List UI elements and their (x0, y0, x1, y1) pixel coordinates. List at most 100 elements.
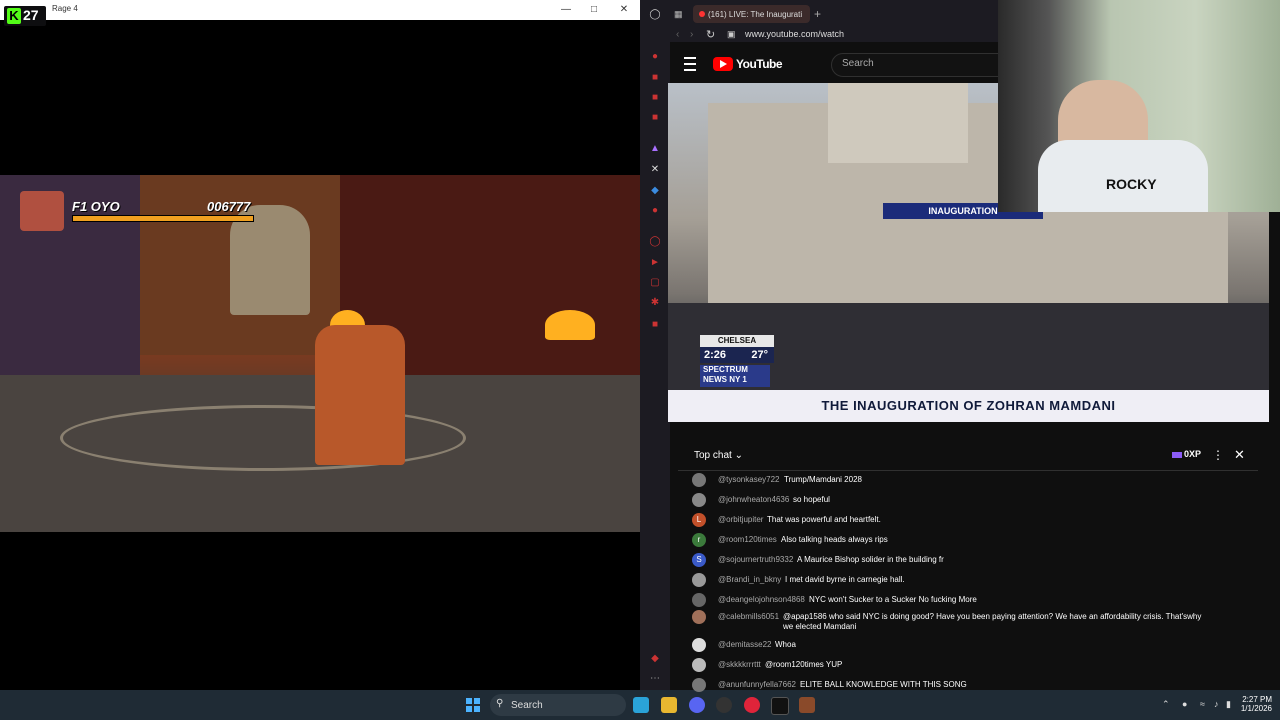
avatar[interactable]: L (692, 513, 706, 527)
tab-label: (161) LIVE: The Inaugurati (708, 10, 803, 19)
video-icon[interactable]: ■ (648, 91, 662, 105)
gx-icon[interactable]: ◆ (648, 652, 662, 666)
chat-text: Whoa (775, 640, 796, 649)
record-icon[interactable]: ● (648, 204, 662, 218)
search-icon: ⚲ (496, 698, 504, 709)
chat-text: @room120times YUP (765, 660, 843, 669)
window-title: Rage 4 (52, 4, 78, 13)
sidebar-toggle-icon[interactable]: ▦ (674, 9, 683, 20)
back-icon[interactable]: ‹ (676, 29, 679, 40)
close-button[interactable]: ✕ (610, 2, 638, 18)
floor-circle (60, 405, 466, 471)
windows-start-icon[interactable] (466, 698, 480, 712)
player-character (315, 325, 405, 465)
file-explorer-icon[interactable] (661, 697, 677, 713)
chat-text: ELITE BALL KNOWLEDGE WITH THIS SONG (800, 680, 967, 689)
url-text[interactable]: www.youtube.com/watch (745, 29, 844, 39)
building-cupola (828, 83, 968, 163)
player-portrait (20, 191, 64, 231)
robot-icon[interactable]: ■ (648, 111, 662, 125)
chat-username[interactable]: @skkkkrrrttt (718, 660, 761, 669)
forward-icon[interactable]: › (690, 29, 693, 40)
lock-icon: ▣ (727, 29, 736, 39)
opera-icon[interactable]: ◯ (648, 8, 662, 22)
youtube-logo-icon[interactable] (713, 57, 733, 71)
avatar[interactable] (692, 678, 706, 692)
lower-third-title: THE INAUGURATION OF ZOHRAN MAMDANI (821, 398, 1116, 413)
chat-text: Also talking heads always rips (781, 535, 888, 544)
chat-mode-label: Top chat (694, 450, 732, 461)
tools-icon[interactable]: ■ (648, 318, 662, 332)
maximize-button[interactable]: □ (580, 2, 608, 18)
chat-username[interactable]: @demitasse22 (718, 640, 771, 649)
viewer-count: 27 (23, 7, 39, 23)
shield-icon[interactable]: ◆ (648, 184, 662, 198)
x-icon[interactable]: ✕ (648, 163, 662, 177)
clock-time: 2:27 PM (1242, 695, 1272, 704)
chat-text: A Maurice Bishop solider in the building… (797, 555, 944, 564)
shirt-text: ROCKY (1106, 176, 1157, 192)
copilot-icon[interactable] (633, 697, 649, 713)
avatar[interactable] (692, 593, 706, 607)
chat-username[interactable]: @Brandi_in_bkny (718, 575, 781, 584)
clock-date: 1/1/2026 (1240, 704, 1272, 713)
chat-username[interactable]: @sojournertruth9332 (718, 555, 793, 564)
tray-chevron-icon[interactable]: ⌃ (1162, 699, 1170, 710)
avatar[interactable] (692, 610, 706, 624)
avatar[interactable] (692, 573, 706, 587)
discord-icon[interactable] (689, 697, 705, 713)
avatar[interactable] (692, 493, 706, 507)
chat-username[interactable]: @tysonkasey722 (718, 475, 780, 484)
more-options-icon[interactable]: ⋮ (1212, 448, 1224, 462)
menu-icon[interactable] (684, 57, 696, 71)
chat-username[interactable]: @johnwheaton4636 (718, 495, 789, 504)
chat-username[interactable]: @room120times (718, 535, 777, 544)
game-viewport[interactable]: F1 OYO 006777 (0, 175, 640, 532)
chat-username[interactable]: @anunfunnyfella7662 (718, 680, 796, 689)
terminal-icon[interactable] (771, 697, 789, 715)
box-icon[interactable]: ▢ (648, 276, 662, 290)
battery-icon[interactable]: ▮ (1226, 699, 1231, 710)
search-placeholder: Search (842, 58, 874, 69)
minimize-button[interactable]: — (552, 2, 580, 18)
health-bar (72, 215, 254, 222)
avatar[interactable] (692, 473, 706, 487)
game-app-icon[interactable] (799, 697, 815, 713)
video-temp: 27° (751, 349, 768, 361)
settings-icon[interactable]: ✱ (648, 296, 662, 310)
close-chat-icon[interactable]: ✕ (1234, 447, 1245, 463)
points-value[interactable]: 0XP (1184, 449, 1201, 459)
chat-username[interactable]: @deangelojohnson4868 (718, 595, 805, 604)
avatar[interactable] (692, 638, 706, 652)
game-titlebar[interactable] (0, 0, 640, 20)
brazier-fire (545, 310, 595, 340)
twitch-icon[interactable]: ▲ (648, 142, 662, 156)
chat-text: Trump/Mamdani 2028 (784, 475, 862, 484)
chat-mode-dropdown[interactable]: Top chat ⌄ (694, 450, 743, 461)
avatar[interactable]: S (692, 553, 706, 567)
wifi-icon[interactable]: ≈ (1200, 699, 1205, 709)
ai-icon[interactable]: ● (648, 50, 662, 64)
more-icon[interactable]: ⋯ (648, 672, 662, 686)
avatar[interactable] (692, 658, 706, 672)
opera-gx-taskbar-icon[interactable] (744, 697, 760, 713)
send-icon[interactable]: ► (648, 256, 662, 270)
chat-username[interactable]: @orbitjupiter (718, 515, 763, 524)
obs-icon[interactable] (716, 697, 732, 713)
new-tab-button[interactable]: + (814, 7, 821, 21)
reload-icon[interactable]: ↻ (706, 28, 715, 41)
chat-username[interactable]: @calebmills6051 (718, 612, 779, 621)
chevron-down-icon: ⌄ (734, 450, 743, 461)
volume-icon[interactable]: ♪ (1214, 699, 1219, 709)
chat-text: NYC won't Sucker to a Sucker No fucking … (809, 595, 977, 604)
microphone-icon[interactable]: ● (1182, 699, 1187, 709)
chat-text: I met david byrne in carnegie hall. (785, 575, 905, 584)
chat-text: That was powerful and heartfelt. (767, 515, 881, 524)
youtube-logo-text[interactable]: YouTube (736, 57, 783, 71)
clock[interactable]: 2:27 PM 1/1/2026 (1236, 695, 1272, 713)
avatar[interactable]: r (692, 533, 706, 547)
clock-icon[interactable]: ◯ (648, 235, 662, 249)
kick-logo-icon: K (7, 8, 21, 24)
webcam-overlay: ROCKY (998, 0, 1280, 212)
gamepad-icon[interactable]: ■ (648, 71, 662, 85)
